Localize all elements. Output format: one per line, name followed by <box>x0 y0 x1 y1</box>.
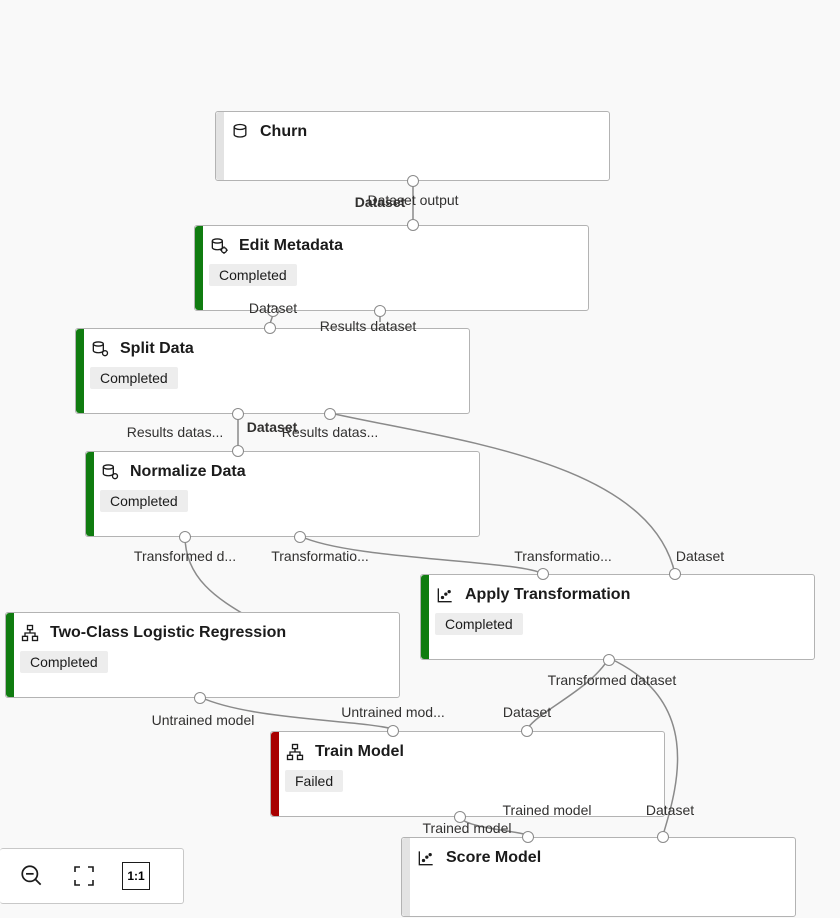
node-logistic-regression[interactable]: Two-Class Logistic Regression Completed <box>5 612 400 698</box>
actual-size-button[interactable]: 1:1 <box>122 862 150 890</box>
port-split-in[interactable] <box>264 322 276 334</box>
node-status-badge: Completed <box>100 490 188 512</box>
port-score-in-2[interactable] <box>657 831 669 843</box>
label-transformatio-1: Transformatio... <box>271 548 369 564</box>
node-status-badge: Completed <box>209 264 297 286</box>
port-train-in-1[interactable] <box>387 725 399 737</box>
fit-to-screen-button[interactable] <box>70 862 98 890</box>
label-results-datas-2: Results datas... <box>282 424 379 440</box>
node-churn[interactable]: Churn <box>215 111 610 181</box>
pipeline-canvas[interactable]: Churn Edit Metadata Completed <box>0 0 840 918</box>
label-dataset-train: Dataset <box>503 704 551 720</box>
scatter-icon <box>435 585 455 605</box>
node-status-stripe <box>271 732 279 816</box>
zoom-out-button[interactable] <box>18 862 46 890</box>
label-results-dataset: Results dataset <box>320 318 417 334</box>
node-title: Apply Transformation <box>465 586 630 604</box>
database-gear-icon <box>90 339 110 359</box>
node-apply-transformation[interactable]: Apply Transformation Completed <box>420 574 815 660</box>
port-train-in-2[interactable] <box>521 725 533 737</box>
node-title: Churn <box>260 123 307 141</box>
node-title: Split Data <box>120 340 194 358</box>
port-apply-in-1[interactable] <box>537 568 549 580</box>
node-edit-metadata[interactable]: Edit Metadata Completed <box>194 225 589 311</box>
node-split-data[interactable]: Split Data Completed <box>75 328 470 414</box>
label-results-datas-1: Results datas... <box>127 424 224 440</box>
label-untrained-mod: Untrained mod... <box>341 704 445 720</box>
node-status-badge: Completed <box>20 651 108 673</box>
port-normalize-in[interactable] <box>232 445 244 457</box>
port-logreg-out[interactable] <box>194 692 206 704</box>
node-status-stripe <box>76 329 84 413</box>
node-score-model[interactable]: Score Model <box>401 837 796 917</box>
label-untrained-model: Untrained model <box>152 712 255 728</box>
node-title: Normalize Data <box>130 463 246 481</box>
node-title: Edit Metadata <box>239 237 343 255</box>
node-status-badge: Completed <box>90 367 178 389</box>
port-apply-out[interactable] <box>603 654 615 666</box>
node-status-stripe <box>6 613 14 697</box>
label-transformed-d: Transformed d... <box>134 548 236 564</box>
node-status-badge: Failed <box>285 770 343 792</box>
port-edit-in[interactable] <box>407 219 419 231</box>
label-trained-model-2: Trained model <box>423 820 512 836</box>
node-title: Two-Class Logistic Regression <box>50 624 286 642</box>
node-status-stripe <box>421 575 429 659</box>
port-apply-in-2[interactable] <box>669 568 681 580</box>
node-status-stripe <box>86 452 94 536</box>
label-dataset-edit: Dataset <box>249 300 297 316</box>
label-transformatio-2: Transformatio... <box>514 548 612 564</box>
database-gear-icon <box>209 236 229 256</box>
port-normalize-out-2[interactable] <box>294 531 306 543</box>
port-split-out-2[interactable] <box>324 408 336 420</box>
port-split-out-1[interactable] <box>232 408 244 420</box>
port-edit-out-2[interactable] <box>374 305 386 317</box>
node-title: Score Model <box>446 849 541 867</box>
scatter-icon <box>416 848 436 868</box>
label-dataset-score: Dataset <box>646 802 694 818</box>
database-gear-icon <box>100 462 120 482</box>
node-train-model[interactable]: Train Model Failed <box>270 731 665 817</box>
node-status-stripe <box>195 226 203 310</box>
hierarchy-icon <box>285 742 305 762</box>
node-status-badge: Completed <box>435 613 523 635</box>
node-status-stripe <box>216 112 224 180</box>
node-status-stripe <box>402 838 410 916</box>
label-dataset-apply: Dataset <box>676 548 724 564</box>
node-title: Train Model <box>315 743 404 761</box>
database-icon <box>230 122 250 142</box>
label-transformed-dataset: Transformed dataset <box>548 672 677 688</box>
hierarchy-icon <box>20 623 40 643</box>
port-normalize-out-1[interactable] <box>179 531 191 543</box>
label-dataset-top: Dataset <box>355 194 406 210</box>
ratio-label: 1:1 <box>127 869 144 883</box>
port-score-in-1[interactable] <box>522 831 534 843</box>
zoom-toolbar: 1:1 <box>0 848 184 904</box>
label-trained-model: Trained model <box>503 802 592 818</box>
port-churn-out[interactable] <box>407 175 419 187</box>
node-normalize-data[interactable]: Normalize Data Completed <box>85 451 480 537</box>
